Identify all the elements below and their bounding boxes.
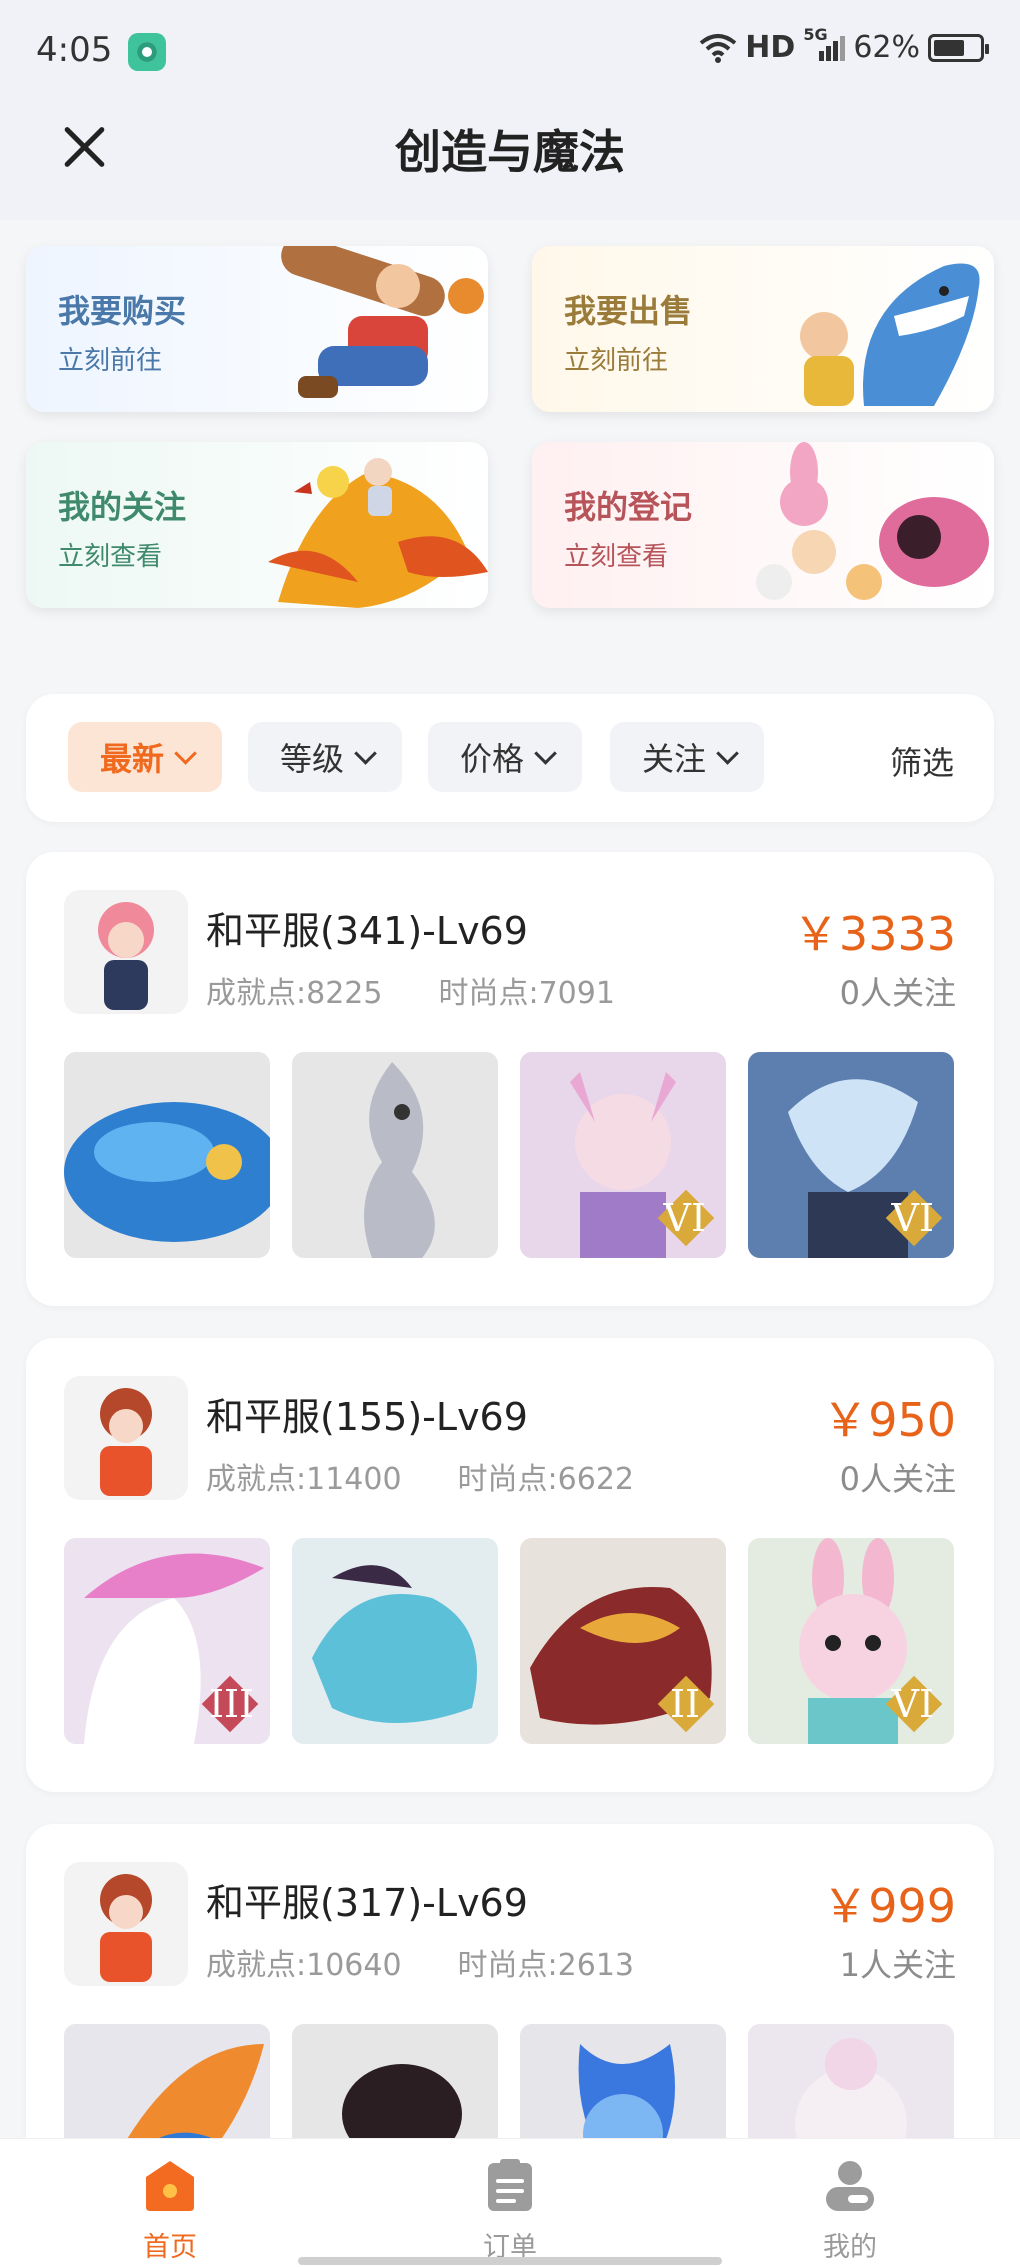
- bottom-nav: 首页 订单 我的: [0, 2138, 1020, 2267]
- entry-card-buy[interactable]: 我要购买 立刻前往: [26, 246, 488, 412]
- sort-price-chip[interactable]: 价格: [428, 722, 582, 792]
- battery-percent: 62%: [853, 30, 920, 65]
- grade-label: VI: [891, 1682, 934, 1726]
- fashion-points: 时尚点:6622: [457, 1462, 635, 1497]
- entry-card-sell[interactable]: 我要出售 立刻前往: [532, 246, 994, 412]
- status-indicators: HD 5G 62%: [699, 25, 989, 65]
- signal-label: 5G: [803, 24, 828, 44]
- pet-thumbnail: VI: [520, 1052, 726, 1258]
- stats-row: 成就点:10640 时尚点:2613: [206, 1940, 634, 1984]
- chip-label: 最新: [99, 740, 164, 778]
- signal-icon: 5G: [803, 25, 846, 63]
- nav-home[interactable]: 首页: [90, 2157, 250, 2264]
- server-level: 和平服(155)-Lv69: [206, 1395, 528, 1439]
- battery-icon: [928, 33, 989, 62]
- entry-subtitle: 立刻查看: [58, 542, 163, 572]
- nav-label: 我的: [823, 2232, 877, 2263]
- filter-button[interactable]: 筛选: [890, 738, 954, 784]
- item-thumbnails: III II VI: [64, 1538, 954, 1744]
- pet-thumbnail: II: [520, 1538, 726, 1744]
- sort-level-chip[interactable]: 等级: [248, 722, 402, 792]
- nav-mine[interactable]: 我的: [770, 2157, 930, 2264]
- character-log-illustration: [281, 246, 484, 398]
- follower-count: 0人关注: [839, 974, 956, 1012]
- avatar: [64, 1376, 188, 1500]
- price: ￥950: [822, 1393, 956, 1447]
- chevron-down-icon: [354, 742, 377, 765]
- network-type: HD: [745, 30, 796, 65]
- chip-label: 关注: [641, 740, 706, 778]
- nav-orders[interactable]: 订单: [430, 2157, 590, 2264]
- grade-label: II: [669, 1682, 700, 1726]
- entry-title: 我的关注: [58, 488, 187, 526]
- chevron-down-icon: [534, 742, 557, 765]
- price: ￥3333: [792, 907, 956, 961]
- chip-label: 价格: [459, 740, 524, 778]
- entry-subtitle: 立刻前往: [58, 346, 163, 376]
- pet-thumbnail: [64, 1052, 270, 1258]
- profile-icon: [826, 2161, 874, 2211]
- chip-label: 等级: [279, 740, 344, 778]
- listing-card[interactable]: 和平服(155)-Lv69 成就点:11400 时尚点:6622 ￥950 0人…: [26, 1338, 994, 1792]
- pet-thumbnail: VI: [748, 1052, 954, 1258]
- pets-group-illustration: [756, 442, 989, 600]
- avatar: [64, 890, 188, 1014]
- grade-label: VI: [891, 1196, 934, 1240]
- grade-label: VI: [663, 1196, 706, 1240]
- achievement-points: 成就点:11400: [206, 1462, 402, 1497]
- pet-thumbnail: [292, 1052, 498, 1258]
- entry-subtitle: 立刻查看: [564, 542, 669, 572]
- follower-count: 1人关注: [839, 1946, 956, 1984]
- server-level: 和平服(317)-Lv69: [206, 1881, 528, 1925]
- shark-illustration: [800, 263, 980, 406]
- follower-count: 0人关注: [839, 1460, 956, 1498]
- nav-label: 首页: [143, 2232, 197, 2263]
- entry-card-register[interactable]: 我的登记 立刻查看: [532, 442, 994, 608]
- entry-card-follow[interactable]: 我的关注 立刻查看: [26, 442, 488, 608]
- achievement-points: 成就点:10640: [206, 1948, 402, 1983]
- chevron-down-icon: [174, 742, 197, 765]
- status-bar: 4:05 HD 5G 62%: [0, 0, 1020, 100]
- entry-title: 我要出售: [564, 292, 693, 330]
- fashion-points: 时尚点:7091: [438, 976, 615, 1011]
- entry-title: 我要购买: [58, 292, 187, 330]
- sort-follow-chip[interactable]: 关注: [610, 722, 764, 792]
- chevron-down-icon: [716, 742, 739, 765]
- price: ￥999: [822, 1879, 956, 1933]
- app-notification-icon: [128, 33, 166, 71]
- gesture-home-bar[interactable]: [298, 2257, 722, 2265]
- pet-thumbnail: III: [64, 1538, 270, 1744]
- home-icon: [146, 2161, 194, 2211]
- header: 创造与魔法: [0, 100, 1020, 220]
- entry-title: 我的登记: [564, 488, 693, 526]
- pet-thumbnail: VI: [748, 1538, 954, 1744]
- orders-icon: [488, 2159, 532, 2211]
- status-time: 4:05: [36, 30, 113, 70]
- achievement-points: 成就点:8225: [206, 976, 383, 1011]
- filter-bar: 最新 等级 价格 关注 筛选: [26, 694, 994, 822]
- phoenix-rider-illustration: [268, 458, 488, 608]
- entry-subtitle: 立刻前往: [564, 346, 669, 376]
- item-thumbnails: VI VI: [64, 1052, 954, 1258]
- pet-thumbnail: [292, 1538, 498, 1744]
- fashion-points: 时尚点:2613: [457, 1948, 635, 1983]
- avatar: [64, 1862, 188, 1986]
- sort-newest-chip[interactable]: 最新: [68, 722, 222, 792]
- stats-row: 成就点:11400 时尚点:6622: [206, 1454, 634, 1498]
- stats-row: 成就点:8225 时尚点:7091: [206, 968, 615, 1012]
- listing-card[interactable]: 和平服(341)-Lv69 成就点:8225 时尚点:7091 ￥3333 0人…: [26, 852, 994, 1306]
- page-title: 创造与魔法: [395, 125, 625, 179]
- grade-label: III: [208, 1682, 254, 1726]
- wifi-icon: [699, 33, 737, 63]
- server-level: 和平服(341)-Lv69: [206, 909, 528, 953]
